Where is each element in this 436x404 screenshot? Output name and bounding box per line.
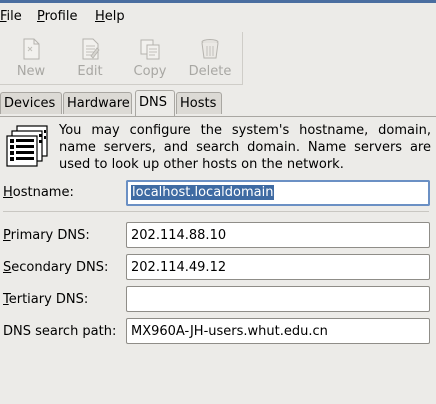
new-button[interactable]: New <box>2 36 60 82</box>
hostname-field[interactable] <box>126 180 430 206</box>
delete-button[interactable]: Delete <box>181 36 239 82</box>
toolbar: New Edit Copy Delete <box>0 32 243 85</box>
copy-button[interactable]: Copy <box>121 36 179 82</box>
tab-separator <box>0 116 436 117</box>
secondary-dns-label: Secondary DNS: <box>3 260 109 275</box>
dns-search-path-label: DNS search path: <box>3 324 117 339</box>
edit-document-icon <box>82 38 100 60</box>
new-document-icon <box>23 38 40 60</box>
trash-can-icon <box>201 39 219 59</box>
primary-dns-field[interactable] <box>126 222 430 248</box>
edit-button[interactable]: Edit <box>61 36 119 82</box>
tab-hosts[interactable]: Hosts <box>176 92 222 114</box>
menu-file[interactable]: File <box>0 9 22 24</box>
copy-button-label: Copy <box>133 64 167 79</box>
secondary-dns-field[interactable] <box>126 254 430 280</box>
hostname-label: Hostname: <box>3 185 74 200</box>
menu-profile[interactable]: Profile <box>37 9 77 24</box>
tab-hardware[interactable]: Hardware <box>63 92 132 114</box>
tab-dns[interactable]: DNS <box>135 90 175 116</box>
network-hosts-icon <box>6 125 48 167</box>
dns-info-text: You may configure the system's hostname,… <box>59 123 431 172</box>
new-button-label: New <box>16 64 46 79</box>
copy-icon <box>140 39 160 60</box>
tertiary-dns-field[interactable] <box>126 286 430 312</box>
dns-search-path-field[interactable] <box>126 318 430 344</box>
tab-devices[interactable]: Devices <box>0 92 62 114</box>
tab-bar: Devices Hardware DNS Hosts <box>0 90 436 116</box>
form-divider <box>3 211 429 212</box>
menubar: File Profile Help <box>0 3 436 30</box>
edit-button-label: Edit <box>77 64 103 79</box>
menu-help[interactable]: Help <box>95 9 125 24</box>
delete-button-label: Delete <box>188 64 232 79</box>
tertiary-dns-label: Tertiary DNS: <box>3 292 89 307</box>
primary-dns-label: Primary DNS: <box>3 228 90 243</box>
